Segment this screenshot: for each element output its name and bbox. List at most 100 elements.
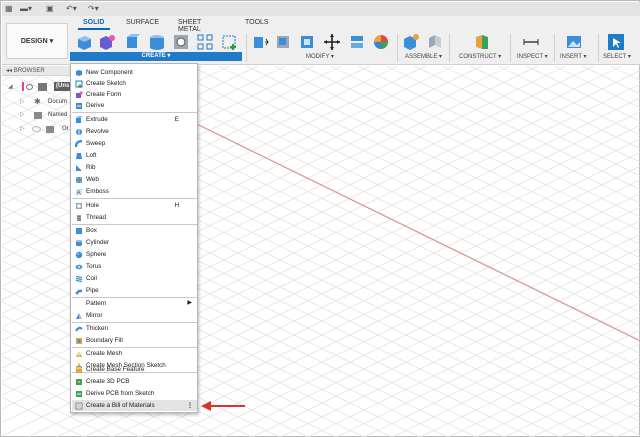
menu-item-pipe[interactable]: Pipe xyxy=(72,285,197,296)
tab-sheet-metal[interactable]: SHEET METAL xyxy=(178,19,201,33)
mesh-icon xyxy=(76,350,82,357)
menu-item-boundary-fill[interactable]: Boundary Fill xyxy=(72,335,197,346)
collapse-arrow-icon[interactable]: ◢ xyxy=(8,81,13,93)
app-grid-icon[interactable]: ▦ xyxy=(5,4,13,14)
grid-line xyxy=(301,66,640,231)
menu-item-label: Cylinder xyxy=(86,239,110,246)
redo-icon[interactable]: ↷▾ xyxy=(88,4,99,14)
more-options-icon[interactable]: ⋮ xyxy=(187,400,193,411)
align-icon[interactable] xyxy=(348,33,366,51)
shortcut-key: E xyxy=(174,116,179,123)
visibility-eye-icon[interactable] xyxy=(26,84,33,90)
menu-item-rib[interactable]: Rib xyxy=(72,162,197,173)
menu-item-label: Sweep xyxy=(86,140,106,147)
menu-item-sphere[interactable]: Sphere xyxy=(72,249,197,260)
menu-item-create-sketch[interactable]: Create Sketch xyxy=(72,78,197,89)
derive-pcb-icon xyxy=(76,390,82,397)
joint-icon[interactable] xyxy=(426,33,444,51)
menu-item-coil[interactable]: Coil xyxy=(72,273,197,284)
file-icon[interactable]: ▬▾ xyxy=(20,4,32,14)
menu-item-create-mesh[interactable]: Create Mesh xyxy=(72,348,197,359)
browser-named-views[interactable]: ▷ Named xyxy=(2,109,70,121)
menu-item-new-component[interactable]: New Component xyxy=(72,67,197,78)
menu-item-create-form[interactable]: Create Form xyxy=(72,89,197,100)
press-pull-icon[interactable] xyxy=(251,33,269,51)
menu-item-extrude[interactable]: Extrude E xyxy=(72,114,197,125)
fillet-icon[interactable] xyxy=(274,33,292,51)
inspect-dropdown-button[interactable]: INSPECT ▾ xyxy=(517,53,548,60)
hidden-eye-icon[interactable] xyxy=(32,126,41,132)
menu-item-thicken[interactable]: Thicken xyxy=(72,323,197,334)
pipe-icon xyxy=(75,289,82,295)
menu-item-pattern[interactable]: Pattern ▶ xyxy=(72,298,197,309)
menu-item-label: Sphere xyxy=(86,251,107,258)
construct-dropdown-button[interactable]: CONSTRUCT ▾ xyxy=(459,53,501,60)
extrude-icon[interactable] xyxy=(123,33,141,51)
shell-icon[interactable] xyxy=(298,33,316,51)
tab-surface[interactable]: SURFACE xyxy=(126,19,159,26)
menu-item-create-bill-of-materials[interactable]: Create a Bill of Materials ⋮ xyxy=(72,400,197,411)
web-icon xyxy=(76,176,82,183)
insert-image-icon[interactable] xyxy=(565,33,583,51)
base-feature-icon xyxy=(76,366,82,373)
menu-item-cylinder[interactable]: Cylinder xyxy=(72,237,197,248)
insert-dropdown-button[interactable]: INSERT ▾ xyxy=(560,53,586,60)
expand-arrow-icon[interactable]: ▷ xyxy=(20,109,25,121)
browser-document-settings[interactable]: ▷ ✱ Docum xyxy=(2,96,70,108)
grid-line xyxy=(441,66,640,163)
menu-item-thread[interactable]: Thread xyxy=(72,212,197,223)
create-sketch-icon[interactable] xyxy=(221,33,239,51)
expand-arrow-icon[interactable]: ▷ xyxy=(20,123,25,135)
grid-line xyxy=(581,66,640,95)
emboss-icon: A xyxy=(76,188,82,196)
expand-arrow-icon[interactable]: ▷ xyxy=(20,96,25,108)
sphere-icon xyxy=(75,251,83,258)
select-icon[interactable] xyxy=(607,33,625,51)
cylinder-icon[interactable] xyxy=(148,33,166,51)
save-icon[interactable]: ▣ xyxy=(46,4,54,14)
modify-dropdown-button[interactable]: MODIFY ▾ xyxy=(306,53,334,60)
menu-item-sweep[interactable]: Sweep xyxy=(72,138,197,149)
assemble-dropdown-button[interactable]: ASSEMBLE ▾ xyxy=(405,53,442,60)
workspace-switcher[interactable]: DESIGN ▾ xyxy=(6,23,68,59)
measure-icon[interactable] xyxy=(522,33,540,51)
toolbar-divider xyxy=(246,34,247,62)
box-icon xyxy=(76,227,82,234)
menu-item-label: Thicken xyxy=(86,325,109,332)
select-dropdown-button[interactable]: SELECT ▾ xyxy=(603,53,631,60)
folder-icon xyxy=(34,112,42,119)
menu-item-torus[interactable]: Torus xyxy=(72,261,197,272)
menu-item-derive[interactable]: Derive xyxy=(72,100,197,111)
offset-plane-icon[interactable] xyxy=(473,33,491,51)
tab-tools[interactable]: TOOLS xyxy=(245,19,269,26)
create-dropdown-button[interactable]: CREATE ▾ xyxy=(70,52,242,61)
cylinder-icon xyxy=(76,239,82,246)
menu-item-box[interactable]: Box xyxy=(72,225,197,236)
menu-item-loft[interactable]: Loft xyxy=(72,150,197,161)
menu-item-create-3d-pcb[interactable]: Create 3D PCB xyxy=(72,376,197,387)
menu-item-derive-pcb-from-sketch[interactable]: Derive PCB from Sketch xyxy=(72,388,197,399)
move-icon[interactable] xyxy=(323,33,341,51)
loft-icon xyxy=(76,152,82,159)
bom-icon xyxy=(75,402,83,409)
new-component-icon[interactable] xyxy=(75,33,93,51)
create-form-icon[interactable] xyxy=(98,33,116,51)
thicken-icon xyxy=(75,326,83,332)
menu-item-mirror[interactable]: Mirror xyxy=(72,310,197,321)
appearance-icon[interactable] xyxy=(372,33,390,51)
pattern-icon[interactable] xyxy=(196,33,214,51)
menu-item-revolve[interactable]: Revolve xyxy=(72,126,197,137)
menu-item-create-base-feature[interactable]: Create Base Feature xyxy=(72,364,197,375)
hole-icon[interactable] xyxy=(172,33,190,51)
menu-item-web[interactable]: Web xyxy=(72,174,197,185)
undo-icon[interactable]: ↶▾ xyxy=(66,4,77,14)
grid-line xyxy=(217,66,640,272)
menu-item-emboss[interactable]: A Emboss xyxy=(72,186,197,197)
menu-item-hole[interactable]: Hole H xyxy=(72,200,197,211)
menu-item-label: Pipe xyxy=(86,287,99,294)
new-component-assemble-icon[interactable] xyxy=(402,33,420,51)
browser-origin[interactable]: ▷ Or xyxy=(2,123,70,135)
browser-panel-header[interactable]: ◂◂ BROWSER xyxy=(2,66,70,76)
tab-solid[interactable]: SOLID xyxy=(83,19,104,26)
browser-root[interactable]: ◢ (Uns xyxy=(2,81,72,93)
